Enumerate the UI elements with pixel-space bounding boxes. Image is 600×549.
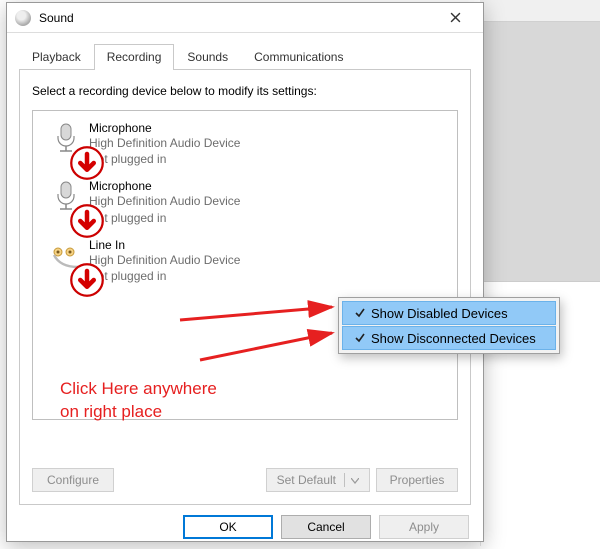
menu-label: Show Disconnected Devices — [371, 331, 536, 346]
check-icon — [349, 332, 371, 344]
context-menu: Show Disabled Devices Show Disconnected … — [338, 297, 560, 354]
menu-show-disconnected[interactable]: Show Disconnected Devices — [342, 326, 556, 350]
menu-label: Show Disabled Devices — [371, 306, 508, 321]
menu-show-disabled[interactable]: Show Disabled Devices — [342, 301, 556, 325]
check-icon — [349, 307, 371, 319]
